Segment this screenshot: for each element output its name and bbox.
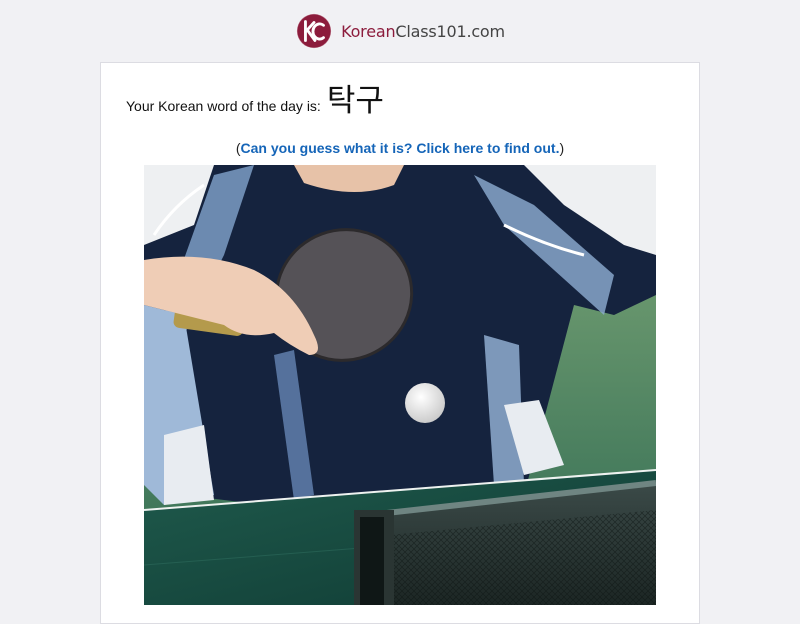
site-logo[interactable]: KoreanClass101.com	[295, 12, 505, 50]
logo-brand-text: Korean	[341, 21, 396, 41]
ping-pong-ball-icon	[405, 383, 445, 423]
table-tennis-photo	[144, 165, 656, 605]
logo-wordmark: KoreanClass101.com	[341, 22, 505, 41]
word-photo[interactable]	[144, 165, 656, 605]
guess-prompt: (Can you guess what it is? Click here to…	[101, 140, 699, 156]
close-paren: )	[559, 140, 565, 156]
word-of-day-label: Your Korean word of the day is:	[126, 98, 321, 114]
logo-icon	[296, 13, 332, 49]
site-header: KoreanClass101.com	[0, 0, 800, 62]
find-out-link[interactable]: Can you guess what it is? Click here to …	[241, 140, 560, 156]
word-of-day-card: Your Korean word of the day is: 탁구 (Can …	[100, 62, 700, 624]
logo-domain-text: Class101.com	[395, 21, 505, 41]
korean-word: 탁구	[326, 83, 384, 119]
word-of-day-line: Your Korean word of the day is: 탁구	[126, 75, 384, 120]
